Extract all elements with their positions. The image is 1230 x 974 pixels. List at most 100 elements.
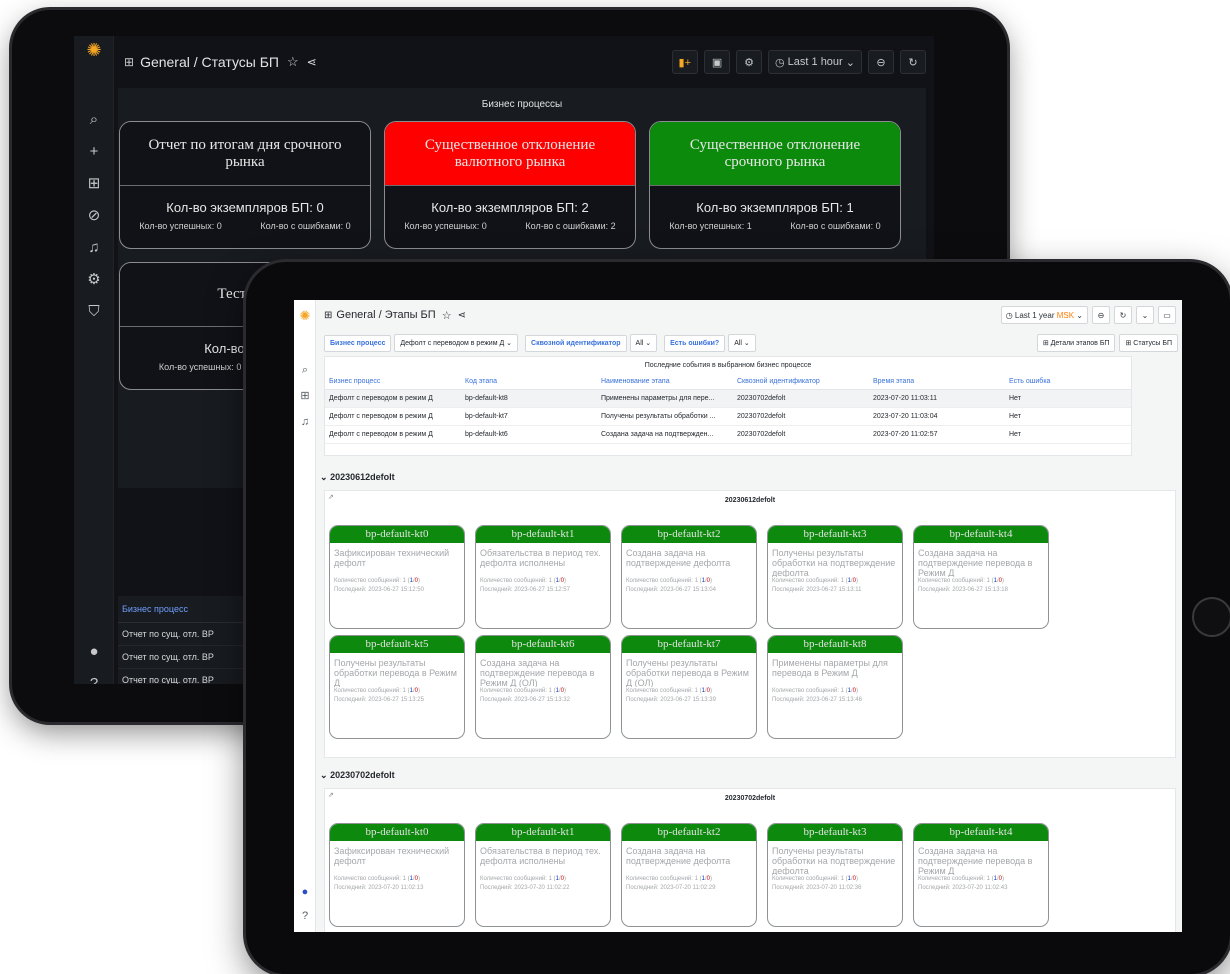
stage-name: Создана задача на подтверждение дефолта xyxy=(626,846,731,866)
search-icon[interactable]: ⌕ xyxy=(82,108,106,132)
gear-icon[interactable]: ⚙ xyxy=(82,268,106,292)
add-panel-button[interactable]: ▮+ xyxy=(671,50,699,74)
stage-name: Получены результаты обработки на подтвер… xyxy=(772,846,896,875)
events-panel: Последние события в выбранном бизнес про… xyxy=(324,356,1132,456)
bell-icon[interactable]: ♫ xyxy=(297,414,313,430)
dashboards-icon[interactable]: ⊞ xyxy=(82,172,106,196)
zoom-out-button[interactable]: ⊖ xyxy=(1092,306,1110,324)
page-title[interactable]: General / Статусы БП xyxy=(140,54,279,70)
time-picker[interactable]: ◷ Last 1 year MSK ⌄ xyxy=(1000,306,1088,324)
stage-card[interactable]: bp-default-kt0 Зафиксирован технический д… xyxy=(329,525,465,629)
refresh-button[interactable]: ↻ xyxy=(900,50,926,74)
row-collapse-toggle[interactable]: ⌄ 20230702defolt xyxy=(320,770,395,781)
chevron-down-icon: ⌄ xyxy=(320,770,328,780)
settings-button[interactable]: ⚙ xyxy=(736,50,763,74)
column-header[interactable]: Сквозной идентификатор xyxy=(733,374,869,390)
avatar[interactable]: ● xyxy=(82,640,106,664)
var-select-trace-id[interactable]: All ⌄ xyxy=(629,334,658,352)
plus-icon[interactable]: + xyxy=(82,140,106,164)
stage-card[interactable]: bp-default-kt4 Создана задача на подтверж… xyxy=(913,823,1049,927)
explore-icon[interactable]: ⊘ xyxy=(82,204,106,228)
table-row[interactable]: Дефолт с переводом в режим Дbp-default-k… xyxy=(325,425,1131,444)
external-link-icon[interactable]: ⇗ xyxy=(328,493,334,501)
count-label: Количество сообщений: 1 ( xyxy=(772,876,848,882)
stage-card[interactable]: bp-default-kt0 Зафиксирован технический д… xyxy=(329,823,465,927)
home-button[interactable] xyxy=(1192,597,1230,637)
grafana-logo-icon[interactable]: ✺ xyxy=(297,308,313,324)
table-cell: 2023-07-20 11:03:11 xyxy=(869,389,1005,408)
stage-card[interactable]: bp-default-kt8 Применены параметры для пе… xyxy=(767,635,903,739)
save-button[interactable]: ▣ xyxy=(704,50,731,74)
stage-card[interactable]: bp-default-kt4 Создана задача на подтверж… xyxy=(913,525,1049,629)
front-tablet: ✺ ⌕ ⊞ ♫ ● ? ⊞ General / Этапы БП ☆ ⋖ ◷ L… xyxy=(246,262,1230,974)
stage-name: Получены результаты обработки перевода в… xyxy=(626,658,749,687)
stage-last-time: Последний: 2023-07-20 11:02:22 xyxy=(480,885,570,891)
table-cell: Нет xyxy=(1005,407,1131,426)
avatar[interactable]: ● xyxy=(297,884,313,900)
link-stage-details[interactable]: ⊞ Детали этапов БП xyxy=(1036,334,1116,352)
stage-card[interactable]: bp-default-kt1 Обязательства в период тех… xyxy=(475,525,611,629)
stage-last-time: Последний: 2023-06-27 15:13:04 xyxy=(626,587,716,593)
table-row[interactable]: Дефолт с переводом в режим Дbp-default-k… xyxy=(325,407,1131,426)
zoom-out-button[interactable]: ⊖ xyxy=(868,50,894,74)
stage-code: bp-default-kt1 xyxy=(476,824,610,841)
stage-card[interactable]: bp-default-kt2 Создана задача на подтверж… xyxy=(621,823,757,927)
help-icon[interactable]: ? xyxy=(297,908,313,924)
dashboard-links: ⊞ Детали этапов БП ⊞ Статусы БП xyxy=(1036,334,1178,352)
bp-card[interactable]: Существенное отклонение срочного рынка Ко… xyxy=(649,121,901,249)
stage-message-count: Количество сообщений: 1 (1/0) xyxy=(626,688,712,694)
err-count: 0 xyxy=(414,578,418,584)
refresh-button[interactable]: ↻ xyxy=(1114,306,1132,324)
timezone-label: MSK xyxy=(1056,310,1075,320)
share-icon[interactable]: ⋖ xyxy=(307,55,317,69)
front-screen: ✺ ⌕ ⊞ ♫ ● ? ⊞ General / Этапы БП ☆ ⋖ ◷ L… xyxy=(294,300,1182,932)
stage-panel: ⇗ 20230702defolt bp-default-kt0 Зафиксирова… xyxy=(324,788,1176,932)
count-label: Количество сообщений: 1 ( xyxy=(480,688,556,694)
external-link-icon[interactable]: ⇗ xyxy=(328,791,334,799)
err-count: 0 xyxy=(852,578,856,584)
column-header[interactable]: Бизнес процесс xyxy=(325,374,461,390)
ok-count: 1 xyxy=(993,578,997,584)
ok-count: 1 xyxy=(993,876,997,882)
bell-icon[interactable]: ♫ xyxy=(82,236,106,260)
row-collapse-toggle[interactable]: ⌄ 20230612defolt xyxy=(320,472,395,483)
sidebar: ✺ ⌕ + ⊞ ⊘ ♫ ⚙ ⛉ ● ? xyxy=(74,36,114,684)
share-icon[interactable]: ⋖ xyxy=(458,310,466,321)
dashboards-icon: ⊞ xyxy=(324,309,333,321)
count-label: Количество сообщений: 1 ( xyxy=(334,688,410,694)
dashboards-icon[interactable]: ⊞ xyxy=(297,388,313,404)
var-select-process[interactable]: Дефолт с переводом в режим Д ⌄ xyxy=(394,334,519,352)
page-title[interactable]: General / Этапы БП xyxy=(336,309,435,321)
column-header[interactable]: Есть ошибка xyxy=(1005,374,1131,390)
column-header[interactable]: Код этапа xyxy=(461,374,597,390)
bp-card[interactable]: Отчет по итогам дня срочного рынка Кол-во… xyxy=(119,121,371,249)
stage-name: Создана задача на подтверждение перевода… xyxy=(918,846,1033,875)
stage-card[interactable]: bp-default-kt5 Получены результаты обрабо… xyxy=(329,635,465,739)
time-picker[interactable]: ◷ Last 1 hour ⌄ xyxy=(768,50,862,74)
time-range-label: Last 1 year xyxy=(1014,310,1055,320)
bp-stats: Кол-во успешных: 0 Кол-во с ошибками: 2 xyxy=(385,221,635,231)
stage-card[interactable]: bp-default-kt6 Создана задача на подтверж… xyxy=(475,635,611,739)
column-header[interactable]: Наименование этапа xyxy=(597,374,733,390)
stage-card[interactable]: bp-default-kt7 Получены результаты обрабо… xyxy=(621,635,757,739)
count-label: Количество сообщений: 1 ( xyxy=(334,876,410,882)
table-row[interactable]: Дефолт с переводом в режим Дbp-default-k… xyxy=(325,389,1131,408)
link-bp-statuses[interactable]: ⊞ Статусы БП xyxy=(1119,334,1178,352)
star-icon[interactable]: ☆ xyxy=(442,309,452,322)
star-icon[interactable]: ☆ xyxy=(287,54,299,70)
bp-stats: Кол-во успешных: 0 Кол-во с ошибками: 0 xyxy=(120,221,370,231)
shield-icon[interactable]: ⛉ xyxy=(82,300,106,324)
search-icon[interactable]: ⌕ xyxy=(297,362,313,378)
stage-card[interactable]: bp-default-kt3 Получены результаты обрабо… xyxy=(767,823,903,927)
var-select-errors[interactable]: All ⌄ xyxy=(728,334,756,352)
stage-card[interactable]: bp-default-kt3 Получены результаты обрабо… xyxy=(767,525,903,629)
help-icon[interactable]: ? xyxy=(82,672,106,684)
grafana-logo-icon[interactable]: ✺ xyxy=(82,38,106,62)
refresh-interval-dropdown[interactable]: ⌄ xyxy=(1136,306,1154,324)
stage-card[interactable]: bp-default-kt2 Создана задача на подтверж… xyxy=(621,525,757,629)
stage-card[interactable]: bp-default-kt1 Обязательства в период тех… xyxy=(475,823,611,927)
ok-count: 1 xyxy=(701,578,705,584)
column-header[interactable]: Время этапа xyxy=(869,374,1005,390)
tv-mode-button[interactable]: ▭ xyxy=(1158,306,1176,324)
bp-card[interactable]: Существенное отклонение валютного рынка К… xyxy=(384,121,636,249)
